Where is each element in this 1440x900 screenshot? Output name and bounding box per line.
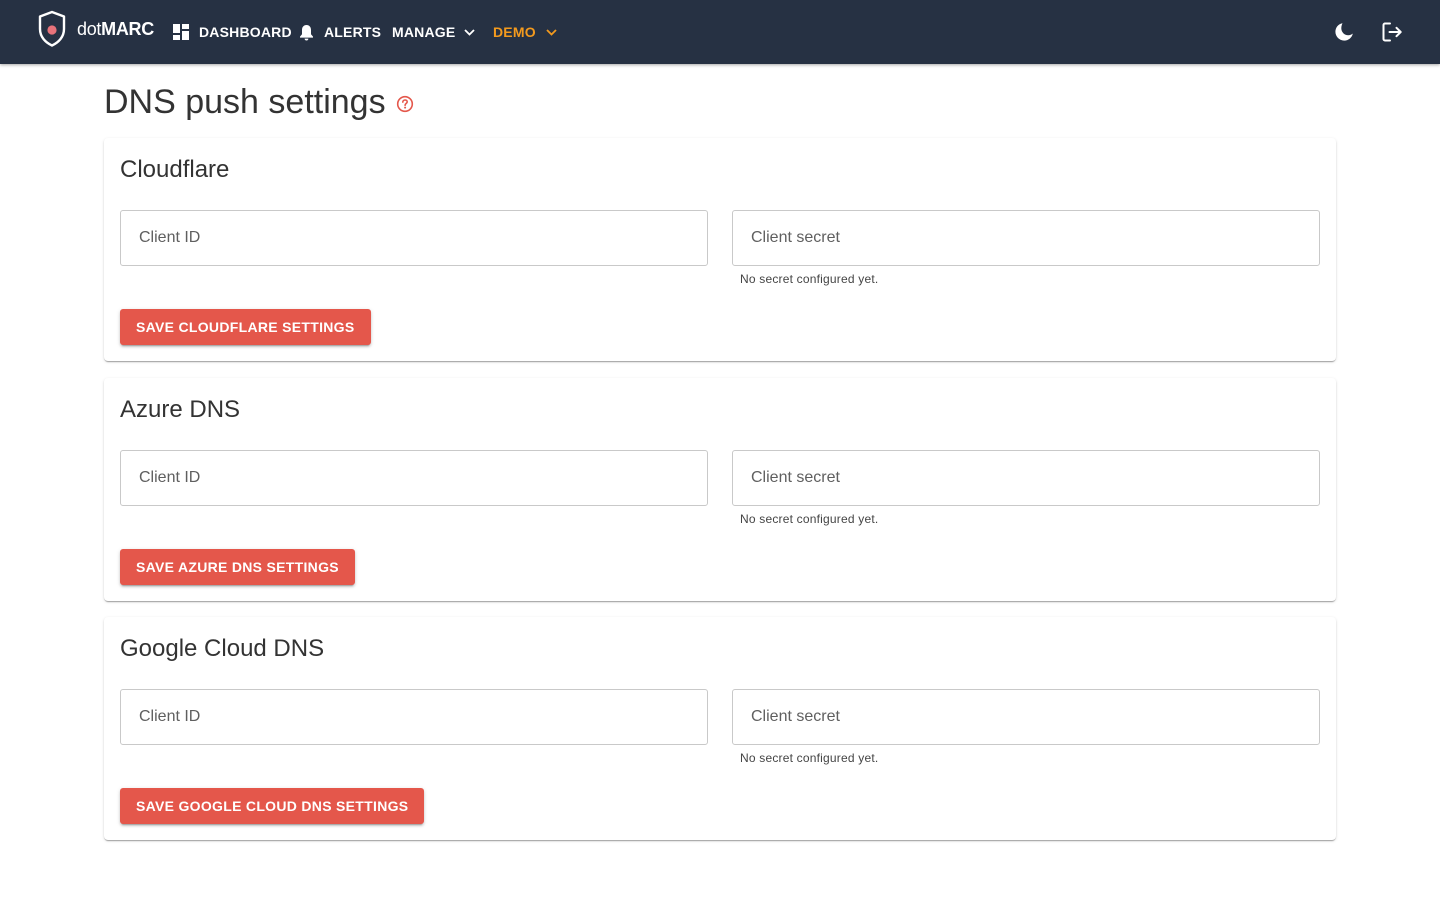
page-title: DNS push settings	[104, 82, 386, 121]
client-id-input[interactable]	[121, 451, 707, 505]
client-id-input[interactable]	[121, 690, 707, 744]
nav-dashboard-label: DASHBOARD	[199, 24, 292, 40]
brand-prefix: dot	[77, 19, 102, 39]
top-app-bar: dotMARC DASHBOARD ALERTS MANAGE DEMO	[0, 0, 1440, 64]
client-id-input[interactable]	[121, 211, 707, 265]
cloudflare-settings-card: Cloudflare No secret configured yet. SAV…	[104, 138, 1336, 361]
client-secret-input[interactable]	[733, 451, 1319, 505]
dashboard-icon	[173, 24, 189, 40]
brand-name[interactable]: dotMARC	[77, 19, 154, 40]
save-google-cloud-dns-settings-button[interactable]: SAVE GOOGLE CLOUD DNS SETTINGS	[120, 788, 425, 824]
nav-demo-menu[interactable]: DEMO	[493, 21, 557, 43]
nav-dashboard[interactable]: DASHBOARD	[173, 21, 292, 43]
nav-alerts[interactable]: ALERTS	[299, 21, 381, 43]
nav-manage-menu[interactable]: MANAGE	[392, 21, 476, 43]
save-cloudflare-settings-button[interactable]: SAVE CLOUDFLARE SETTINGS	[120, 309, 371, 345]
client-id-field[interactable]	[120, 689, 708, 745]
chevron-down-icon	[464, 28, 476, 36]
secret-hint: No secret configured yet.	[740, 751, 879, 765]
card-title: Google Cloud DNS	[120, 635, 325, 662]
page-title-row: DNS push settings	[104, 80, 414, 124]
save-azure-dns-settings-button[interactable]: SAVE AZURE DNS SETTINGS	[120, 549, 355, 585]
client-secret-field[interactable]	[732, 210, 1320, 266]
moon-icon[interactable]	[1332, 20, 1356, 44]
secret-hint: No secret configured yet.	[740, 272, 879, 286]
nav-manage-label: MANAGE	[392, 24, 456, 40]
client-id-field[interactable]	[120, 450, 708, 506]
help-circle-icon[interactable]	[396, 95, 414, 113]
card-title: Cloudflare	[120, 156, 230, 183]
brand-suffix: MARC	[101, 19, 154, 39]
bell-icon	[300, 24, 313, 40]
dotmarc-shield-logo[interactable]	[37, 10, 67, 48]
logout-icon[interactable]	[1380, 20, 1404, 44]
nav-demo-label: DEMO	[493, 24, 536, 40]
chevron-down-icon	[546, 28, 557, 36]
client-secret-field[interactable]	[732, 450, 1320, 506]
nav-alerts-label: ALERTS	[324, 24, 382, 40]
client-secret-input[interactable]	[733, 211, 1319, 265]
client-secret-field[interactable]	[732, 689, 1320, 745]
secret-hint: No secret configured yet.	[740, 512, 879, 526]
google-cloud-dns-settings-card: Google Cloud DNS No secret configured ye…	[104, 617, 1336, 840]
client-secret-input[interactable]	[733, 690, 1319, 744]
client-id-field[interactable]	[120, 210, 708, 266]
card-title: Azure DNS	[120, 396, 241, 423]
azure-dns-settings-card: Azure DNS No secret configured yet. SAVE…	[104, 378, 1336, 601]
